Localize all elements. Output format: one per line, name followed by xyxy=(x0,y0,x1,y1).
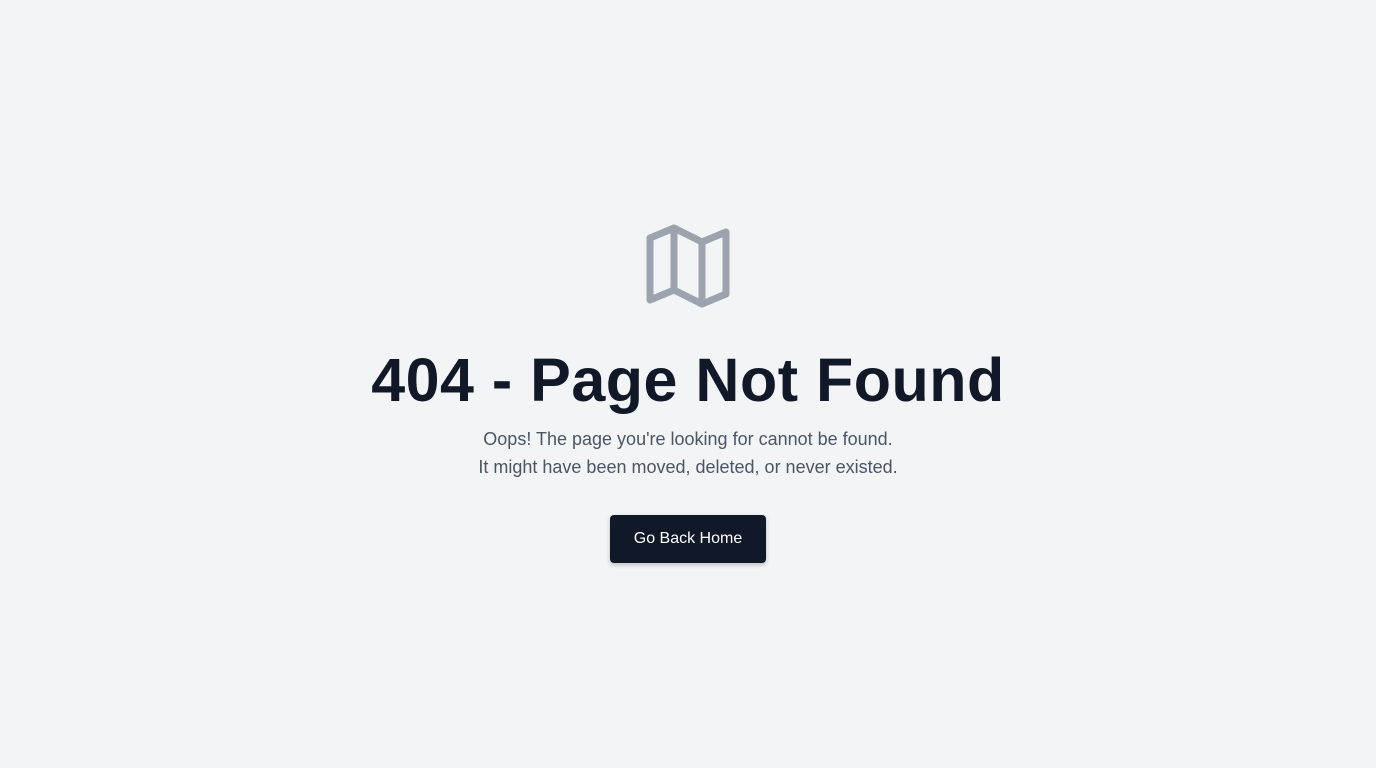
map-icon xyxy=(646,224,730,308)
error-message: Oops! The page you're looking for cannot… xyxy=(478,425,897,481)
error-message-line-1: Oops! The page you're looking for cannot… xyxy=(483,429,893,449)
error-content: 404 - Page Not Found Oops! The page you'… xyxy=(0,224,1376,563)
page-title: 404 - Page Not Found xyxy=(371,346,1005,414)
error-message-line-2: It might have been moved, deleted, or ne… xyxy=(478,457,898,477)
go-back-home-button[interactable]: Go Back Home xyxy=(610,515,766,563)
error-page: 404 - Page Not Found Oops! The page you'… xyxy=(0,0,1376,768)
